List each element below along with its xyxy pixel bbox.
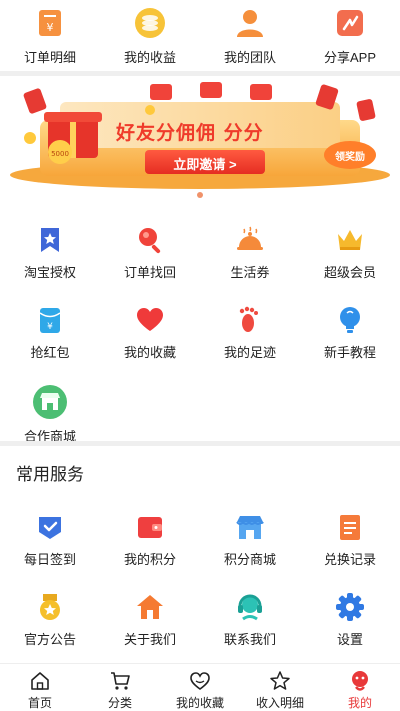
tool-label: 抢红包 (30, 345, 70, 360)
earnings-coin-icon (133, 6, 167, 40)
gift-value: 5000 (51, 150, 69, 158)
star-icon (270, 671, 290, 690)
tool-label: 超级会员 (323, 265, 376, 280)
crown-icon (335, 225, 365, 255)
tool-beginner-guide[interactable]: 新手教程 (300, 305, 400, 385)
quick-share-app[interactable]: 分享APP (300, 6, 400, 66)
service-settings[interactable]: 设置 (300, 592, 400, 672)
nav-label: 首页 (27, 696, 52, 710)
tools-grid: 淘宝授权 订单找回 生活券 超级会员 ¥ 抢红包 我的收藏 我的足迹 新手教程 … (0, 225, 400, 465)
nav-favorites[interactable]: 我的收藏 (160, 664, 240, 711)
store-icon (33, 385, 67, 419)
invite-banner[interactable]: 5000 好友分佣佣 分分 立即邀请 > 领奖励 (0, 80, 400, 190)
svg-text:¥: ¥ (47, 21, 54, 34)
headset-icon (235, 592, 265, 622)
tool-life-coupon[interactable]: 生活券 (200, 225, 300, 305)
tool-my-footprint[interactable]: 我的足迹 (200, 305, 300, 385)
red-packet-icon: ¥ (35, 305, 65, 335)
nav-label: 我的 (347, 696, 372, 710)
checkin-shield-icon (35, 512, 65, 542)
tool-label: 新手教程 (323, 345, 376, 360)
quick-share-app-label: 分享APP (323, 50, 376, 65)
service-points-mall[interactable]: 积分商城 (200, 512, 300, 592)
tool-taobao-auth[interactable]: 淘宝授权 (0, 225, 100, 305)
tool-label: 我的收藏 (123, 345, 176, 360)
quick-team-label: 我的团队 (223, 50, 276, 65)
gear-icon (335, 592, 365, 622)
service-my-points[interactable]: 我的积分 (100, 512, 200, 592)
nav-label: 分类 (107, 696, 132, 710)
service-label: 积分商城 (223, 552, 276, 567)
nav-label: 我的收藏 (175, 696, 224, 710)
bottom-nav: 首页 分类 我的收藏 收入明细 我的 (0, 663, 400, 711)
nav-income[interactable]: 收入明细 (240, 664, 320, 711)
service-label: 官方公告 (23, 632, 76, 647)
home-icon (31, 672, 49, 690)
tool-label: 生活券 (230, 265, 270, 280)
tool-label: 订单找回 (123, 265, 176, 280)
team-person-icon (233, 6, 267, 40)
quick-team[interactable]: 我的团队 (200, 6, 300, 66)
reward-badge: 领奖励 (335, 152, 365, 163)
medal-icon (35, 592, 65, 622)
cart-icon (111, 672, 130, 690)
section-divider (0, 71, 400, 76)
service-label: 兑换记录 (323, 552, 376, 567)
heart-icon (135, 305, 165, 335)
quick-earnings[interactable]: 我的收益 (100, 6, 200, 66)
services-grid: 每日签到 我的积分 积分商城 兑换记录 官方公告 关于我们 联系我们 设置 (0, 512, 400, 672)
service-label: 关于我们 (123, 632, 176, 647)
svg-text:¥: ¥ (47, 322, 53, 332)
house-icon (135, 592, 165, 622)
wallet-icon (135, 512, 165, 542)
service-label: 设置 (336, 632, 363, 647)
tool-label: 我的足迹 (223, 345, 276, 360)
shop-icon (235, 512, 265, 542)
tool-red-packet[interactable]: ¥ 抢红包 (0, 305, 100, 385)
section-title-services: 常用服务 (16, 465, 84, 484)
banner-headline: 好友分佣佣 分分 (116, 122, 264, 144)
nav-category[interactable]: 分类 (80, 664, 160, 711)
order-detail-icon: ¥ (33, 6, 67, 40)
tool-partner-mall[interactable]: 合作商城 (0, 385, 100, 465)
service-daily-checkin[interactable]: 每日签到 (0, 512, 100, 592)
quick-earnings-label: 我的收益 (123, 50, 176, 65)
nav-label: 收入明细 (255, 696, 304, 710)
service-label: 每日签到 (23, 552, 76, 567)
quick-order-detail[interactable]: ¥ 订单明细 (0, 6, 100, 66)
search-icon (135, 225, 165, 255)
footprint-icon (235, 305, 265, 335)
tool-order-retrieve[interactable]: 订单找回 (100, 225, 200, 305)
record-book-icon (335, 512, 365, 542)
quick-order-detail-label: 订单明细 (23, 50, 76, 65)
invite-now-button[interactable]: 立即邀请 > (145, 154, 265, 173)
service-announcement[interactable]: 官方公告 (0, 592, 100, 672)
service-label: 我的积分 (123, 552, 176, 567)
food-cloche-icon (235, 225, 265, 255)
nav-home[interactable]: 首页 (0, 664, 80, 711)
quick-actions-row: ¥ 订单明细 我的收益 我的团队 分享APP (0, 6, 400, 66)
service-contact-us[interactable]: 联系我们 (200, 592, 300, 672)
nav-mine[interactable]: 我的 (320, 664, 400, 711)
lightbulb-icon (335, 305, 365, 335)
section-divider (0, 441, 400, 446)
carousel-indicator[interactable] (197, 192, 203, 198)
tool-label: 淘宝授权 (23, 265, 76, 280)
tool-super-member[interactable]: 超级会员 (300, 225, 400, 305)
service-label: 联系我们 (223, 632, 276, 647)
heart-outline-icon (190, 672, 210, 690)
share-app-icon (333, 6, 367, 40)
bookmark-star-icon (35, 225, 65, 255)
profile-icon (352, 671, 368, 691)
service-exchange-record[interactable]: 兑换记录 (300, 512, 400, 592)
service-about-us[interactable]: 关于我们 (100, 592, 200, 672)
tool-my-favorites[interactable]: 我的收藏 (100, 305, 200, 385)
